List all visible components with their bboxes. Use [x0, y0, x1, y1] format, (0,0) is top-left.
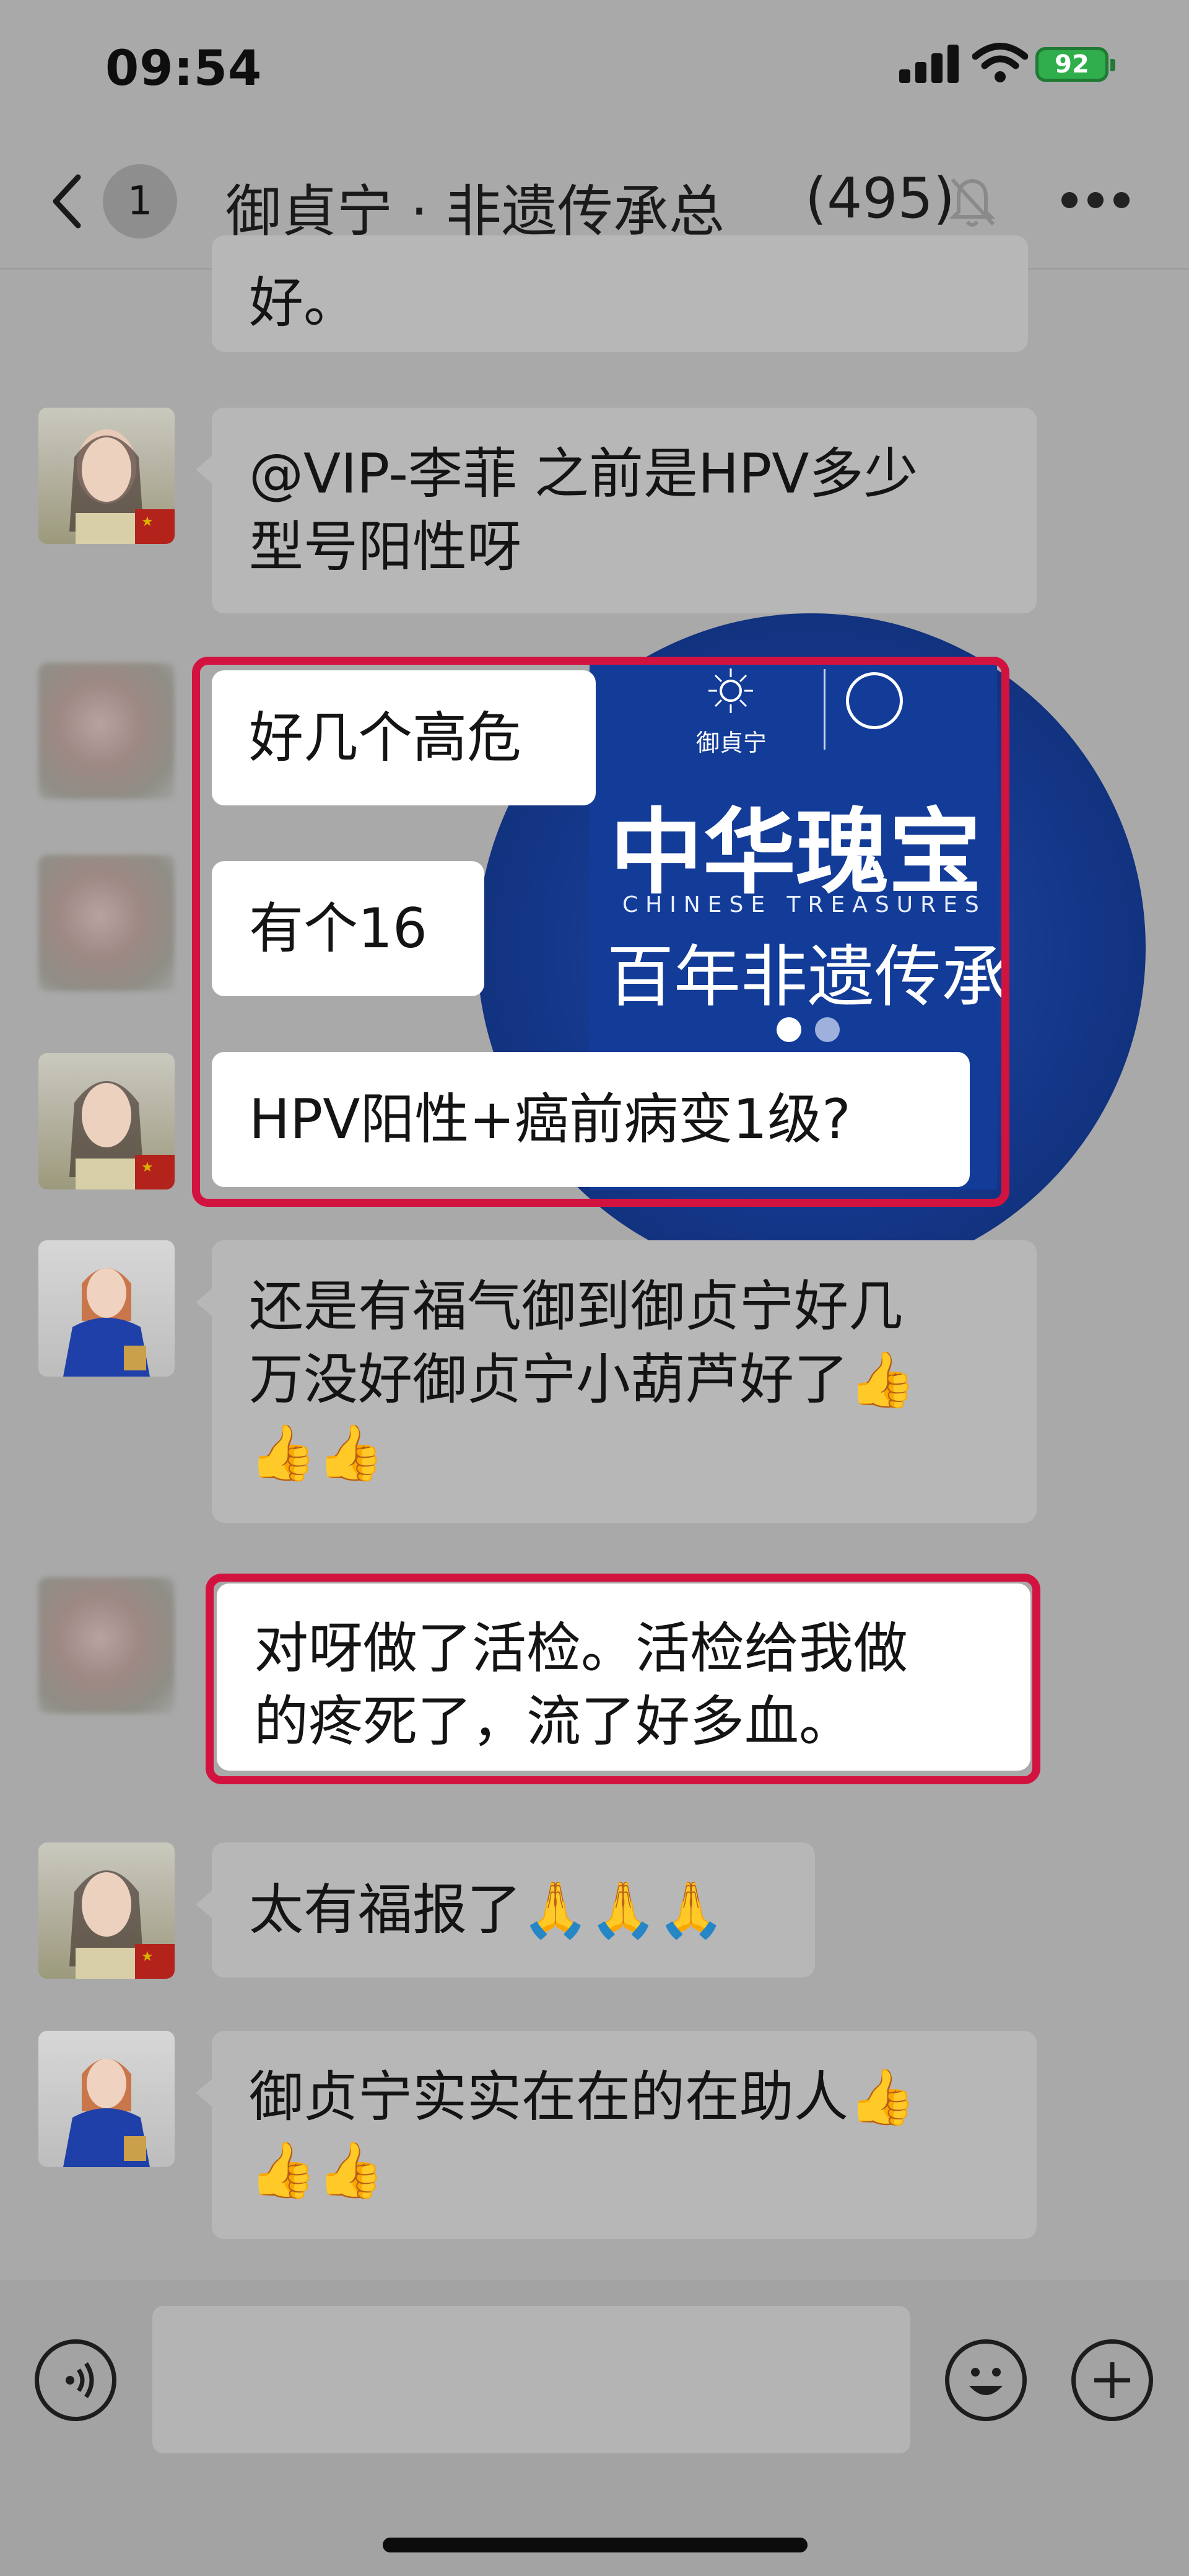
message-text: 好。 — [249, 271, 359, 335]
avatar-portrait — [63, 1268, 150, 1377]
avatar[interactable] — [38, 855, 175, 991]
flag-icon: ★ — [135, 1944, 175, 1979]
avatar[interactable] — [38, 2031, 175, 2167]
bubble-tail — [196, 1289, 212, 1316]
message-text-line: 御贞宁实实在在的在助人👍 — [249, 2065, 917, 2129]
avatar-portrait — [63, 2059, 150, 2167]
voice-icon — [66, 2362, 94, 2398]
back-chevron-icon[interactable] — [48, 173, 85, 229]
message-bubble[interactable]: 好。 — [212, 235, 1028, 352]
avatar[interactable] — [38, 663, 175, 799]
message-text-line: 还是有福气御到御贞宁好几 — [249, 1274, 904, 1338]
cellular-signal-icon — [899, 43, 959, 83]
avatar[interactable] — [38, 1240, 175, 1377]
unread-count-badge[interactable]: 1 — [103, 164, 177, 239]
message-text-line: 👍👍 — [249, 2138, 385, 2202]
avatar[interactable]: ★ — [38, 1053, 175, 1189]
avatar[interactable] — [38, 1577, 175, 1714]
message-text: 太有福报了🙏🙏🙏 — [249, 1878, 725, 1942]
bubble-tail — [196, 1891, 212, 1918]
message-bubble[interactable]: 御贞宁实实在在的在助人👍 👍👍 — [212, 2031, 1037, 2239]
message-bubble[interactable]: 还是有福气御到御贞宁好几 万没好御贞宁小葫芦好了👍 👍👍 — [212, 1240, 1037, 1523]
highlight-frame — [206, 1574, 1040, 1784]
plus-icon — [1094, 2362, 1130, 2398]
muted-bell-icon — [949, 178, 996, 227]
flag-icon: ★ — [135, 509, 175, 544]
message-text-line: @VIP-李菲 之前是HPV多少 — [249, 442, 918, 506]
message-text-line: 👍👍 — [249, 1421, 385, 1484]
add-attachment-button[interactable] — [1071, 2339, 1153, 2421]
status-time: 09:54 — [105, 41, 263, 97]
wifi-icon — [972, 43, 1028, 82]
voice-input-button[interactable] — [35, 2339, 116, 2421]
member-count: (495) — [805, 166, 956, 231]
bubble-tail — [196, 2079, 212, 2106]
emoji-button[interactable] — [945, 2339, 1027, 2421]
highlight-frame — [192, 657, 1009, 1207]
battery-icon: 92 — [1035, 47, 1115, 82]
smiley-icon — [969, 2368, 1003, 2395]
more-options-icon[interactable] — [1061, 192, 1130, 211]
message-input[interactable] — [152, 2306, 910, 2453]
battery-level: 92 — [1055, 50, 1089, 79]
message-text-line: 型号阳性呀 — [249, 515, 522, 579]
bubble-tail — [196, 456, 212, 483]
avatar[interactable]: ★ — [38, 1842, 175, 1979]
message-text-line: 万没好御贞宁小葫芦好了👍 — [249, 1347, 917, 1411]
message-bubble[interactable]: 太有福报了🙏🙏🙏 — [212, 1842, 815, 1978]
home-indicator[interactable] — [383, 2538, 808, 2552]
flag-icon: ★ — [135, 1155, 175, 1189]
avatar[interactable]: ★ — [38, 408, 175, 544]
message-bubble[interactable]: @VIP-李菲 之前是HPV多少 型号阳性呀 — [212, 408, 1037, 613]
